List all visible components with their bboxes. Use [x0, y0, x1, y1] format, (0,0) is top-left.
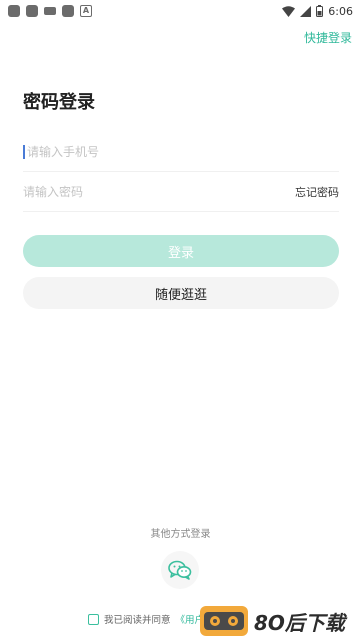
keyboard-icon [44, 7, 56, 15]
status-bar: A 6:06 [0, 0, 361, 22]
wechat-icon [168, 560, 192, 580]
font-a-icon: A [80, 5, 92, 17]
watermark-logo [200, 606, 248, 636]
phone-input[interactable] [27, 132, 339, 171]
wifi-icon [282, 5, 296, 17]
notification-app-icon [26, 5, 38, 17]
status-system: 6:06 [282, 5, 353, 18]
agreement-row: 我已阅读并同意 《用户协 [88, 612, 214, 626]
agreement-prefix: 我已阅读并同意 [104, 615, 171, 626]
page-title: 密码登录 [23, 92, 95, 113]
login-button[interactable]: 登录 [23, 235, 339, 267]
clock: 6:06 [328, 4, 353, 18]
text-cursor [23, 144, 25, 159]
battery-icon [316, 5, 324, 17]
quick-login-link[interactable]: 快捷登录 [304, 29, 352, 46]
signal-icon [300, 5, 312, 17]
notification-app-icon [62, 5, 74, 17]
watermark: 8O后下载 [200, 606, 345, 636]
watermark-text: 8O后下载 [254, 610, 345, 635]
agreement-checkbox[interactable] [88, 613, 99, 625]
status-notifications: A [8, 5, 92, 17]
password-input[interactable] [23, 172, 287, 211]
password-field[interactable]: 忘记密码 [23, 172, 339, 212]
browse-button[interactable]: 随便逛逛 [23, 277, 339, 309]
notification-app-icon [8, 5, 20, 17]
other-login-label: 其他方式登录 [150, 529, 211, 540]
phone-field[interactable] [23, 132, 339, 172]
forgot-password-link[interactable]: 忘记密码 [295, 184, 339, 200]
wechat-login-button[interactable] [161, 551, 199, 589]
